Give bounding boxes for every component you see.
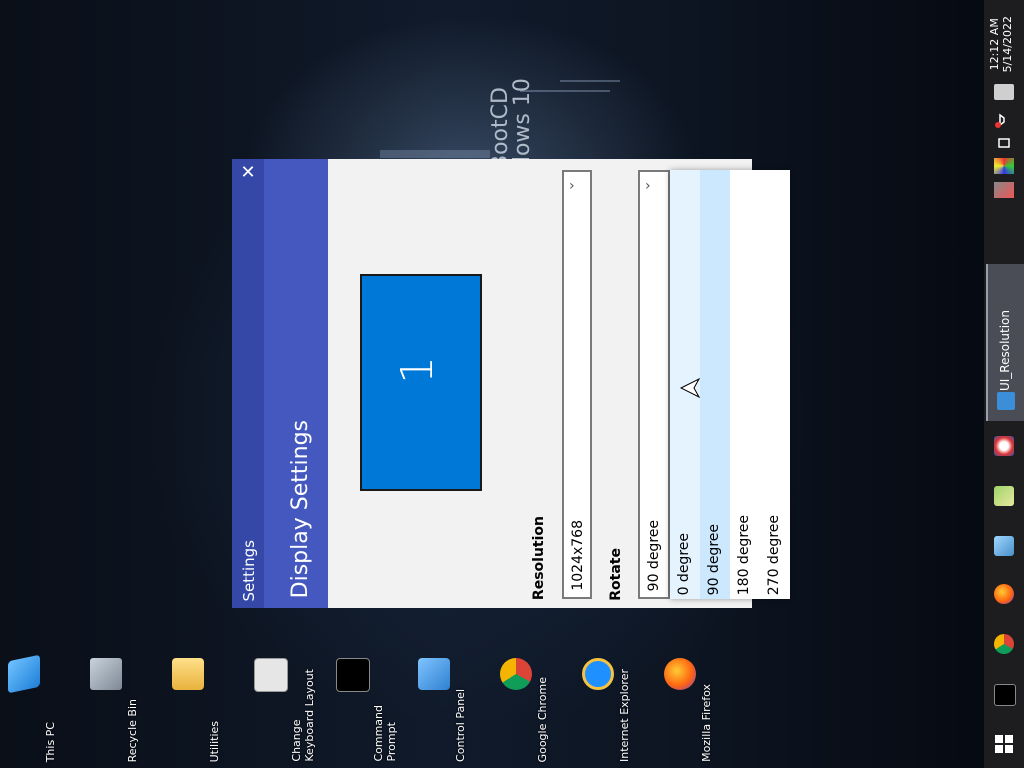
active-window-label: UI_Resolution: [998, 310, 1012, 392]
rotate-option-90[interactable]: 90 degree: [700, 170, 730, 599]
display-icon[interactable]: [994, 182, 1014, 198]
start-icon: [995, 735, 1013, 753]
desktop-icon-change-keyboard-layout[interactable]: Change Keyboard Layout: [250, 652, 320, 762]
monitor-number: 1: [392, 356, 443, 384]
option-label: 180 degree: [736, 514, 752, 595]
desktop-icon-label: Mozilla Firefox: [700, 684, 713, 762]
color-icon[interactable]: [994, 158, 1014, 174]
taskbar-notepad[interactable]: [986, 476, 1022, 516]
taskbar-wallpaper[interactable]: [986, 526, 1022, 566]
desktop-icon-google-chrome[interactable]: Google Chrome: [496, 652, 574, 762]
clock-time: 12:12 AM: [988, 18, 1001, 71]
notepad-icon: [994, 486, 1014, 506]
terminal-icon: [336, 658, 370, 692]
paint-icon: [994, 436, 1014, 456]
firefox-icon: [994, 584, 1014, 604]
folder-icon: [172, 658, 204, 690]
app-icon: [997, 392, 1015, 410]
firefox-icon: [664, 658, 696, 690]
rotate-option-180[interactable]: 180 degree: [730, 170, 760, 599]
resolution-dropdown[interactable]: › 1024x768: [562, 170, 592, 599]
chrome-icon: [994, 634, 1014, 654]
wallpaper-icon: [994, 536, 1014, 556]
option-label: 90 degree: [706, 523, 722, 595]
desktop-icon-label: Recycle Bin: [126, 698, 139, 762]
chevron-down-icon: ›: [569, 178, 575, 194]
desktop-icon-label: Utilities: [208, 720, 221, 762]
option-label: 270 degree: [766, 514, 782, 595]
computer-icon: [8, 654, 40, 694]
desktop-icon-control-panel[interactable]: Control Panel: [414, 652, 492, 762]
desktop-icon-internet-explorer[interactable]: Internet Explorer: [578, 652, 656, 762]
desktop-icon-utilities[interactable]: Utilities: [168, 652, 246, 762]
taskbar-chrome[interactable]: [986, 624, 1022, 664]
taskbar-command-prompt[interactable]: [986, 674, 1022, 714]
option-label: 0 degree: [676, 532, 692, 595]
internet-explorer-icon: [582, 658, 614, 690]
wallpaper-streak: [380, 150, 490, 158]
taskbar-paint[interactable]: [986, 426, 1022, 466]
chevron-down-icon: ›: [645, 178, 651, 194]
page-title: Display Settings: [288, 420, 313, 599]
desktop-icon-command-prompt[interactable]: Command Prompt: [332, 652, 402, 762]
desktop-icon-label: Command Prompt: [372, 705, 398, 762]
taskbar-active-window[interactable]: UI_Resolution: [986, 264, 1024, 421]
gear-icon: [254, 658, 288, 692]
monitor-preview[interactable]: 1: [360, 274, 482, 491]
resolution-value: 1024x768: [570, 520, 586, 591]
desktop-icon-label: Internet Explorer: [618, 669, 631, 762]
desktop-icon-recycle-bin[interactable]: Recycle Bin: [86, 652, 164, 762]
volume-muted-icon[interactable]: [994, 112, 1014, 128]
desktop-icon-this-pc[interactable]: This PC: [4, 652, 82, 762]
desktop-icon-mozilla-firefox[interactable]: Mozilla Firefox: [660, 652, 738, 762]
rotate-option-270[interactable]: 270 degree: [760, 170, 790, 599]
keyboard-icon[interactable]: [994, 84, 1014, 100]
mouse-cursor-icon: [680, 378, 700, 398]
taskbar-clock[interactable]: 12:12 AM 5/14/2022: [988, 16, 1014, 72]
rotate-dropdown[interactable]: › 90 degree: [638, 170, 670, 599]
window-caption: Settings: [240, 540, 258, 602]
rotate-label: Rotate: [608, 548, 624, 601]
close-button[interactable]: ✕: [236, 162, 260, 184]
chrome-icon: [500, 658, 532, 690]
desktop-icon-label: Change Keyboard Layout: [290, 669, 316, 762]
rotate-value: 90 degree: [646, 519, 662, 591]
desktop-icon-label: Control Panel: [454, 689, 467, 762]
cmd-icon: [994, 684, 1016, 706]
recycle-bin-icon: [90, 658, 122, 690]
start-button[interactable]: [986, 724, 1022, 764]
control-panel-icon: [418, 658, 450, 690]
taskbar-firefox[interactable]: [986, 574, 1022, 614]
clock-date: 5/14/2022: [1001, 16, 1014, 73]
desktop-icon-label: This PC: [44, 721, 57, 762]
network-icon[interactable]: [994, 136, 1014, 152]
resolution-label: Resolution: [531, 516, 547, 601]
wallpaper-streak: [560, 80, 620, 82]
desktop-icon-label: Google Chrome: [536, 676, 549, 762]
